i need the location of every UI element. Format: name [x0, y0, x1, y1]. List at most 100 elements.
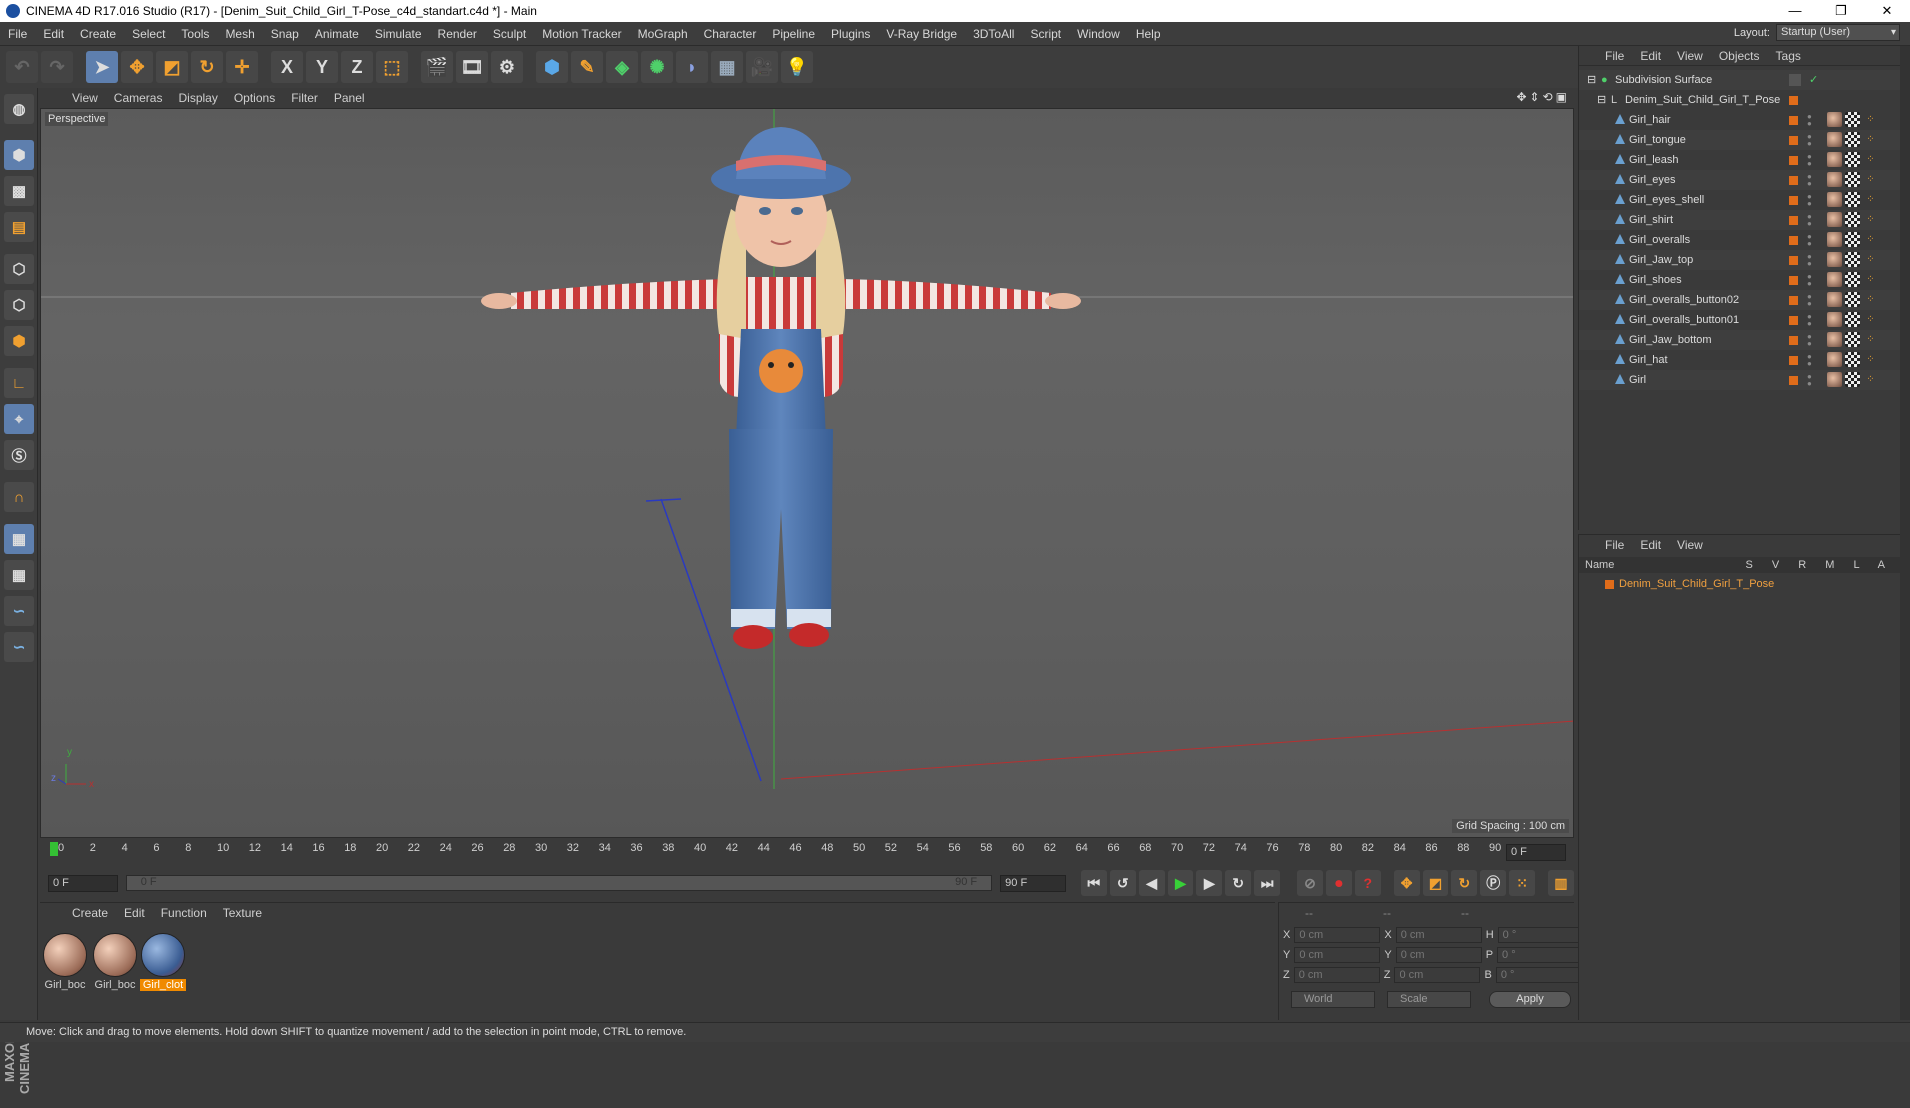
- menu-v-ray-bridge[interactable]: V-Ray Bridge: [878, 22, 965, 46]
- uvw-tag-icon[interactable]: [1845, 112, 1860, 127]
- python-script-button[interactable]: ∽: [4, 596, 34, 626]
- goto-end-button[interactable]: ⏭: [1254, 870, 1281, 896]
- coordinate-system-button[interactable]: ⬚: [376, 51, 408, 83]
- floor-button[interactable]: ▦: [711, 51, 743, 83]
- tree-row-object[interactable]: Girl_shirt ● ● ⁘: [1579, 210, 1901, 230]
- uvw-tag-icon[interactable]: [1845, 332, 1860, 347]
- material-menu-texture[interactable]: Texture: [215, 906, 270, 920]
- object-menu-edit[interactable]: Edit: [1632, 49, 1669, 63]
- y-axis-button[interactable]: Y: [306, 51, 338, 83]
- select-tool-button[interactable]: ➤: [86, 51, 118, 83]
- uvw-tag-icon[interactable]: [1845, 372, 1860, 387]
- tree-row-object[interactable]: Girl_overalls_button02 ● ● ⁘: [1579, 290, 1901, 310]
- tree-row-object[interactable]: Girl_hair ● ● ⁘: [1579, 110, 1901, 130]
- timeline-window-button[interactable]: ▥: [1548, 870, 1574, 896]
- tweak-mode-button[interactable]: ⌖: [4, 404, 34, 434]
- visibility-dots-icon[interactable]: ● ●: [1807, 293, 1812, 308]
- material-swatch-2[interactable]: Girl_boc: [92, 933, 138, 991]
- uvw-tag-icon[interactable]: [1845, 252, 1860, 267]
- right-tab-strip[interactable]: [1900, 46, 1910, 1020]
- rotation-h-field[interactable]: 0 °: [1497, 927, 1584, 943]
- selection-tag-icon[interactable]: ⁘: [1863, 272, 1878, 287]
- material-tag-icon[interactable]: [1827, 332, 1842, 347]
- material-tag-icon[interactable]: [1827, 312, 1842, 327]
- layer-menu-file[interactable]: File: [1597, 538, 1632, 552]
- tree-collapse-icon[interactable]: ⊟: [1597, 90, 1606, 110]
- menu-file[interactable]: File: [0, 22, 35, 46]
- object-menu-tags[interactable]: Tags: [1768, 49, 1809, 63]
- close-button[interactable]: ✕: [1864, 0, 1910, 22]
- model-mode-button[interactable]: ⬢: [4, 140, 34, 170]
- material-tag-icon[interactable]: [1827, 292, 1842, 307]
- subdivision-button[interactable]: ◈: [606, 51, 638, 83]
- maximize-button[interactable]: ❐: [1818, 0, 1864, 22]
- viewport-menu-options[interactable]: Options: [226, 91, 283, 105]
- material-menu-create[interactable]: Create: [64, 906, 116, 920]
- tree-row-object[interactable]: Girl_overalls ● ● ⁘: [1579, 230, 1901, 250]
- autokey-button[interactable]: ?: [1354, 870, 1381, 896]
- material-tag-icon[interactable]: [1827, 352, 1842, 367]
- prev-key-button[interactable]: ↺: [1109, 870, 1136, 896]
- menu-mograph[interactable]: MoGraph: [630, 22, 696, 46]
- camera-button[interactable]: 🎥: [746, 51, 778, 83]
- size-y-field[interactable]: 0 cm: [1395, 947, 1482, 963]
- render-picture-viewer-button[interactable]: 🎞: [456, 51, 488, 83]
- frame-range-slider[interactable]: 0 F 90 F: [125, 875, 993, 891]
- apply-button[interactable]: Apply: [1489, 991, 1571, 1008]
- tree-row-object[interactable]: Girl_overalls_button01 ● ● ⁘: [1579, 310, 1901, 330]
- transform-tool-button[interactable]: ✛: [226, 51, 258, 83]
- tree-row-object[interactable]: Girl_shoes ● ● ⁘: [1579, 270, 1901, 290]
- menu-mesh[interactable]: Mesh: [217, 22, 262, 46]
- visibility-dots-icon[interactable]: ● ●: [1807, 233, 1812, 248]
- uvw-tag-icon[interactable]: [1845, 272, 1860, 287]
- selection-tag-icon[interactable]: ⁘: [1863, 212, 1878, 227]
- menu-snap[interactable]: Snap: [263, 22, 307, 46]
- visibility-dots-icon[interactable]: ● ●: [1807, 313, 1812, 328]
- layer-menu-edit[interactable]: Edit: [1632, 538, 1669, 552]
- uvw-tag-icon[interactable]: [1845, 212, 1860, 227]
- workplane-align-button[interactable]: ▦: [4, 560, 34, 590]
- selection-tag-icon[interactable]: ⁘: [1863, 372, 1878, 387]
- menu-window[interactable]: Window: [1069, 22, 1128, 46]
- selection-tag-icon[interactable]: ⁘: [1863, 172, 1878, 187]
- menu-render[interactable]: Render: [430, 22, 485, 46]
- render-view-button[interactable]: 🎬: [421, 51, 453, 83]
- snap-button[interactable]: ∩: [4, 482, 34, 512]
- selection-tag-icon[interactable]: ⁘: [1863, 352, 1878, 367]
- tree-row-subdivision[interactable]: ⊟ ● Subdivision Surface ✓: [1579, 70, 1901, 90]
- cube-primitive-button[interactable]: ⬢: [536, 51, 568, 83]
- current-frame-field[interactable]: 0 F: [1506, 844, 1566, 861]
- visibility-dots-icon[interactable]: ● ●: [1807, 273, 1812, 288]
- layout-dropdown[interactable]: Startup (User): [1776, 24, 1900, 41]
- redo-button[interactable]: ↷: [41, 51, 73, 83]
- goto-start-button[interactable]: ⏮: [1080, 870, 1107, 896]
- coordinate-mode-dropdown[interactable]: Scale: [1387, 991, 1471, 1008]
- tree-row-object[interactable]: Girl_tongue ● ● ⁘: [1579, 130, 1901, 150]
- z-axis-button[interactable]: Z: [341, 51, 373, 83]
- next-key-button[interactable]: ↻: [1225, 870, 1252, 896]
- python-script2-button[interactable]: ∽: [4, 632, 34, 662]
- menu-pipeline[interactable]: Pipeline: [764, 22, 823, 46]
- rotation-b-field[interactable]: 0 °: [1495, 967, 1582, 983]
- size-x-field[interactable]: 0 cm: [1395, 927, 1482, 943]
- visibility-dots-icon[interactable]: ● ●: [1807, 193, 1812, 208]
- material-tag-icon[interactable]: [1827, 372, 1842, 387]
- end-frame-field[interactable]: 90 F: [1000, 874, 1066, 892]
- layer-row[interactable]: Denim_Suit_Child_Girl_T_Pose: [1579, 575, 1901, 593]
- viewport-menu-filter[interactable]: Filter: [283, 91, 326, 105]
- visibility-dots-icon[interactable]: ● ●: [1807, 353, 1812, 368]
- uvw-tag-icon[interactable]: [1845, 192, 1860, 207]
- visibility-dots-icon[interactable]: ● ●: [1807, 333, 1812, 348]
- menu-create[interactable]: Create: [72, 22, 124, 46]
- edges-mode-button[interactable]: ⬡: [4, 290, 34, 320]
- position-x-field[interactable]: 0 cm: [1294, 927, 1381, 943]
- menu-plugins[interactable]: Plugins: [823, 22, 878, 46]
- material-tag-icon[interactable]: [1827, 232, 1842, 247]
- tree-row-object[interactable]: Girl_hat ● ● ⁘: [1579, 350, 1901, 370]
- viewport-menu-view[interactable]: View: [64, 91, 106, 105]
- timeline-playhead[interactable]: [50, 842, 58, 856]
- key-position-button[interactable]: ✥: [1393, 870, 1420, 896]
- selection-tag-icon[interactable]: ⁘: [1863, 152, 1878, 167]
- play-button[interactable]: ▶: [1167, 870, 1194, 896]
- next-frame-button[interactable]: ▶: [1196, 870, 1223, 896]
